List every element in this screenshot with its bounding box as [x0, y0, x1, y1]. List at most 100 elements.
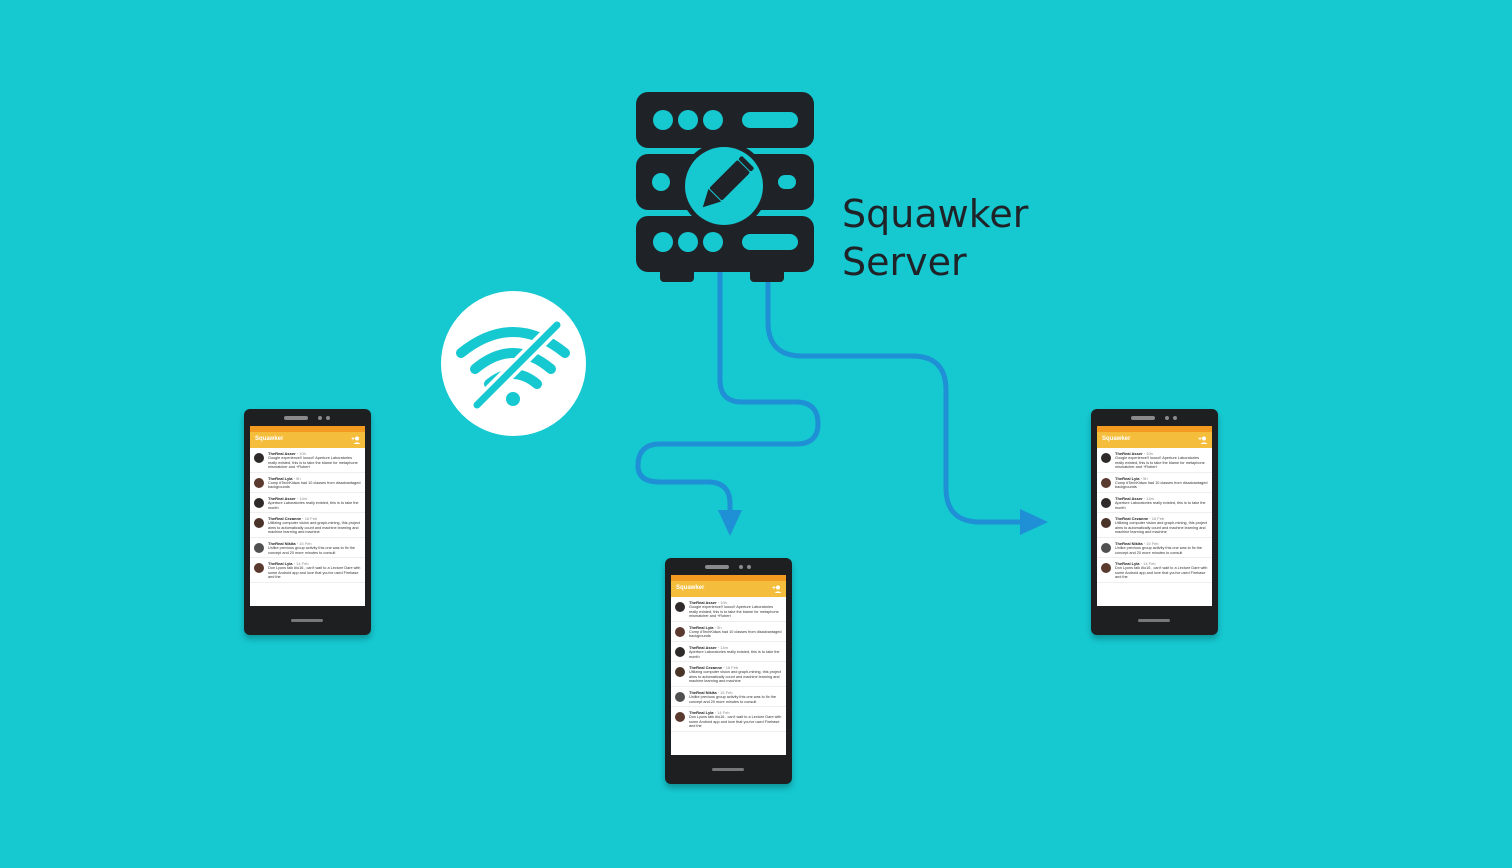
message-body: TheReal Cezanne · 16 Feb Utilizing comput…: [1115, 516, 1209, 535]
message-item[interactable]: TheReal Lyla · 5h Comp #TechKidwa had 10 …: [250, 473, 365, 493]
message-text: Unlike previous group activity this one …: [689, 694, 776, 704]
message-body: TheReal Nikita · 15 Feb Unlike previous g…: [268, 541, 362, 555]
arrowhead-bottom: [718, 510, 742, 536]
app-bar: Squawker: [1097, 432, 1212, 448]
phone-sensor: [747, 565, 751, 569]
server-label: Squawker Server: [842, 190, 1028, 286]
message-text: Utilizing computer vision and graph-mini…: [1115, 521, 1208, 535]
avatar: [675, 691, 685, 702]
avatar: [1101, 518, 1111, 529]
message-item[interactable]: TheReal Asser · 10h Google experience!! l…: [1097, 448, 1212, 473]
person-add-icon[interactable]: [1198, 435, 1208, 445]
avatar: [675, 712, 685, 723]
app-title: Squawker: [676, 585, 705, 591]
message-list[interactable]: TheReal Asser · 10h Google experience!! l…: [671, 597, 786, 732]
message-item[interactable]: TheReal Nikita · 15 Feb Unlike previous g…: [1097, 538, 1212, 559]
message-item[interactable]: TheReal Asser · 10h Google experience!! l…: [671, 597, 786, 622]
message-text: Comp #TechKidwa had 10 classes from disa…: [268, 480, 361, 490]
message-item[interactable]: TheReal Cezanne · 16 Feb Utilizing comput…: [1097, 513, 1212, 538]
phone-left: Squawker TheReal Asser · 10h Google exper…: [244, 409, 371, 635]
arrow-to-bottom-phone: [635, 269, 821, 529]
message-text: Unlike previous group activity this one …: [1115, 545, 1202, 555]
avatar: [254, 497, 264, 508]
message-text: Don Lyons talk #io16 , can't wait to a L…: [689, 715, 782, 729]
phone-speaker: [284, 416, 308, 420]
message-list[interactable]: TheReal Asser · 10h Google experience!! l…: [250, 448, 365, 583]
message-text: Google experience!! loooo!! Aperture Lab…: [689, 605, 779, 619]
message-item[interactable]: TheReal Nikita · 15 Feb Unlike previous g…: [250, 538, 365, 559]
wifi-off-badge: [441, 291, 586, 436]
phone-speaker: [705, 565, 729, 569]
phone-camera: [1165, 416, 1169, 420]
phone-bottom: Squawker TheReal Asser · 10h Google exper…: [665, 558, 792, 784]
message-item[interactable]: TheReal Asser · 10h Google experience!! l…: [250, 448, 365, 473]
message-body: TheReal Lyla · 14 Feb Don Lyons talk #io1…: [268, 561, 362, 580]
avatar: [1101, 477, 1111, 488]
message-body: TheReal Cezanne · 16 Feb Utilizing comput…: [268, 516, 362, 535]
message-item[interactable]: TheReal Lyla · 14 Feb Don Lyons talk #io1…: [1097, 558, 1212, 583]
avatar: [675, 667, 685, 678]
avatar: [254, 518, 264, 529]
message-item[interactable]: TheReal Nikita · 15 Feb Unlike previous g…: [671, 687, 786, 708]
phone-sensor: [1173, 416, 1177, 420]
message-text: Google experience!! loooo!! Aperture Lab…: [268, 456, 358, 470]
avatar: [1101, 497, 1111, 508]
app-bar: Squawker: [671, 581, 786, 597]
app-title: Squawker: [255, 436, 284, 442]
phone-sensor: [326, 416, 330, 420]
person-add-icon[interactable]: [772, 584, 782, 594]
message-text: Unlike previous group activity this one …: [268, 545, 355, 555]
phone-speaker: [1131, 416, 1155, 420]
phone-screen: Squawker TheReal Asser · 10h Google exper…: [671, 575, 786, 755]
avatar: [1101, 542, 1111, 553]
phone-home-button[interactable]: [712, 768, 744, 771]
message-text: Utilizing computer vision and graph-mini…: [689, 670, 782, 684]
message-text: Google experience!! loooo!! Aperture Lab…: [1115, 456, 1205, 470]
message-body: TheReal Lyla · 14 Feb Don Lyons talk #io1…: [1115, 561, 1209, 580]
message-item[interactable]: TheReal Lyla · 14 Feb Don Lyons talk #io1…: [250, 558, 365, 583]
phone-screen: Squawker TheReal Asser · 10h Google exper…: [1097, 426, 1212, 606]
message-item[interactable]: TheReal Asser · 14m Aperture Laboratories…: [1097, 493, 1212, 514]
message-text: Comp #TechKidwa had 10 classes from disa…: [689, 629, 782, 639]
sync-diagram: Squawker Server Squawker TheReal Asser ·…: [0, 0, 1512, 868]
avatar: [675, 602, 685, 612]
message-item[interactable]: TheReal Lyla · 14 Feb Don Lyons talk #io1…: [671, 707, 786, 732]
message-body: TheReal Nikita · 15 Feb Unlike previous g…: [1115, 541, 1209, 555]
wifi-off-icon: [456, 318, 570, 412]
app-bar: Squawker: [250, 432, 365, 448]
message-text: Comp #TechKidwa had 10 classes from disa…: [1115, 480, 1208, 490]
message-item[interactable]: TheReal Asser · 14m Aperture Laboratories…: [671, 642, 786, 663]
message-item[interactable]: TheReal Cezanne · 16 Feb Utilizing comput…: [250, 513, 365, 538]
server-label-line2: Server: [842, 240, 967, 284]
message-text: Aperture Laboratories really existed, th…: [268, 500, 359, 510]
message-body: TheReal Cezanne · 16 Feb Utilizing comput…: [689, 665, 783, 684]
message-body: TheReal Lyla · 5h Comp #TechKidwa had 10 …: [1115, 476, 1209, 490]
avatar: [254, 542, 264, 553]
phone-home-button[interactable]: [291, 619, 323, 622]
avatar: [1101, 563, 1111, 574]
message-item[interactable]: TheReal Lyla · 5h Comp #TechKidwa had 10 …: [671, 622, 786, 642]
message-list[interactable]: TheReal Asser · 10h Google experience!! l…: [1097, 448, 1212, 583]
sync-arrows: [635, 269, 1037, 529]
message-body: TheReal Lyla · 5h Comp #TechKidwa had 10 …: [268, 476, 362, 490]
phone-camera: [318, 416, 322, 420]
message-text: Utilizing computer vision and graph-mini…: [268, 521, 361, 535]
person-add-icon[interactable]: [351, 435, 361, 445]
arrowhead-right: [1020, 509, 1048, 535]
message-body: TheReal Asser · 10h Google experience!! l…: [268, 451, 362, 470]
phone-screen: Squawker TheReal Asser · 10h Google exper…: [250, 426, 365, 606]
message-body: TheReal Asser · 14m Aperture Laboratories…: [268, 496, 362, 510]
avatar: [1101, 453, 1111, 463]
phone-camera: [739, 565, 743, 569]
message-text: Don Lyons talk #io16 , can't wait to a L…: [268, 566, 361, 580]
phone-right: Squawker TheReal Asser · 10h Google exper…: [1091, 409, 1218, 635]
arrow-to-right-phone: [765, 269, 1037, 525]
avatar: [254, 563, 264, 574]
message-text: Don Lyons talk #io16 , can't wait to a L…: [1115, 566, 1208, 580]
phone-home-button[interactable]: [1138, 619, 1170, 622]
message-item[interactable]: TheReal Cezanne · 16 Feb Utilizing comput…: [671, 662, 786, 687]
message-item[interactable]: TheReal Asser · 14m Aperture Laboratories…: [250, 493, 365, 514]
message-body: TheReal Lyla · 14 Feb Don Lyons talk #io1…: [689, 710, 783, 729]
message-item[interactable]: TheReal Lyla · 5h Comp #TechKidwa had 10 …: [1097, 473, 1212, 493]
avatar: [675, 646, 685, 657]
